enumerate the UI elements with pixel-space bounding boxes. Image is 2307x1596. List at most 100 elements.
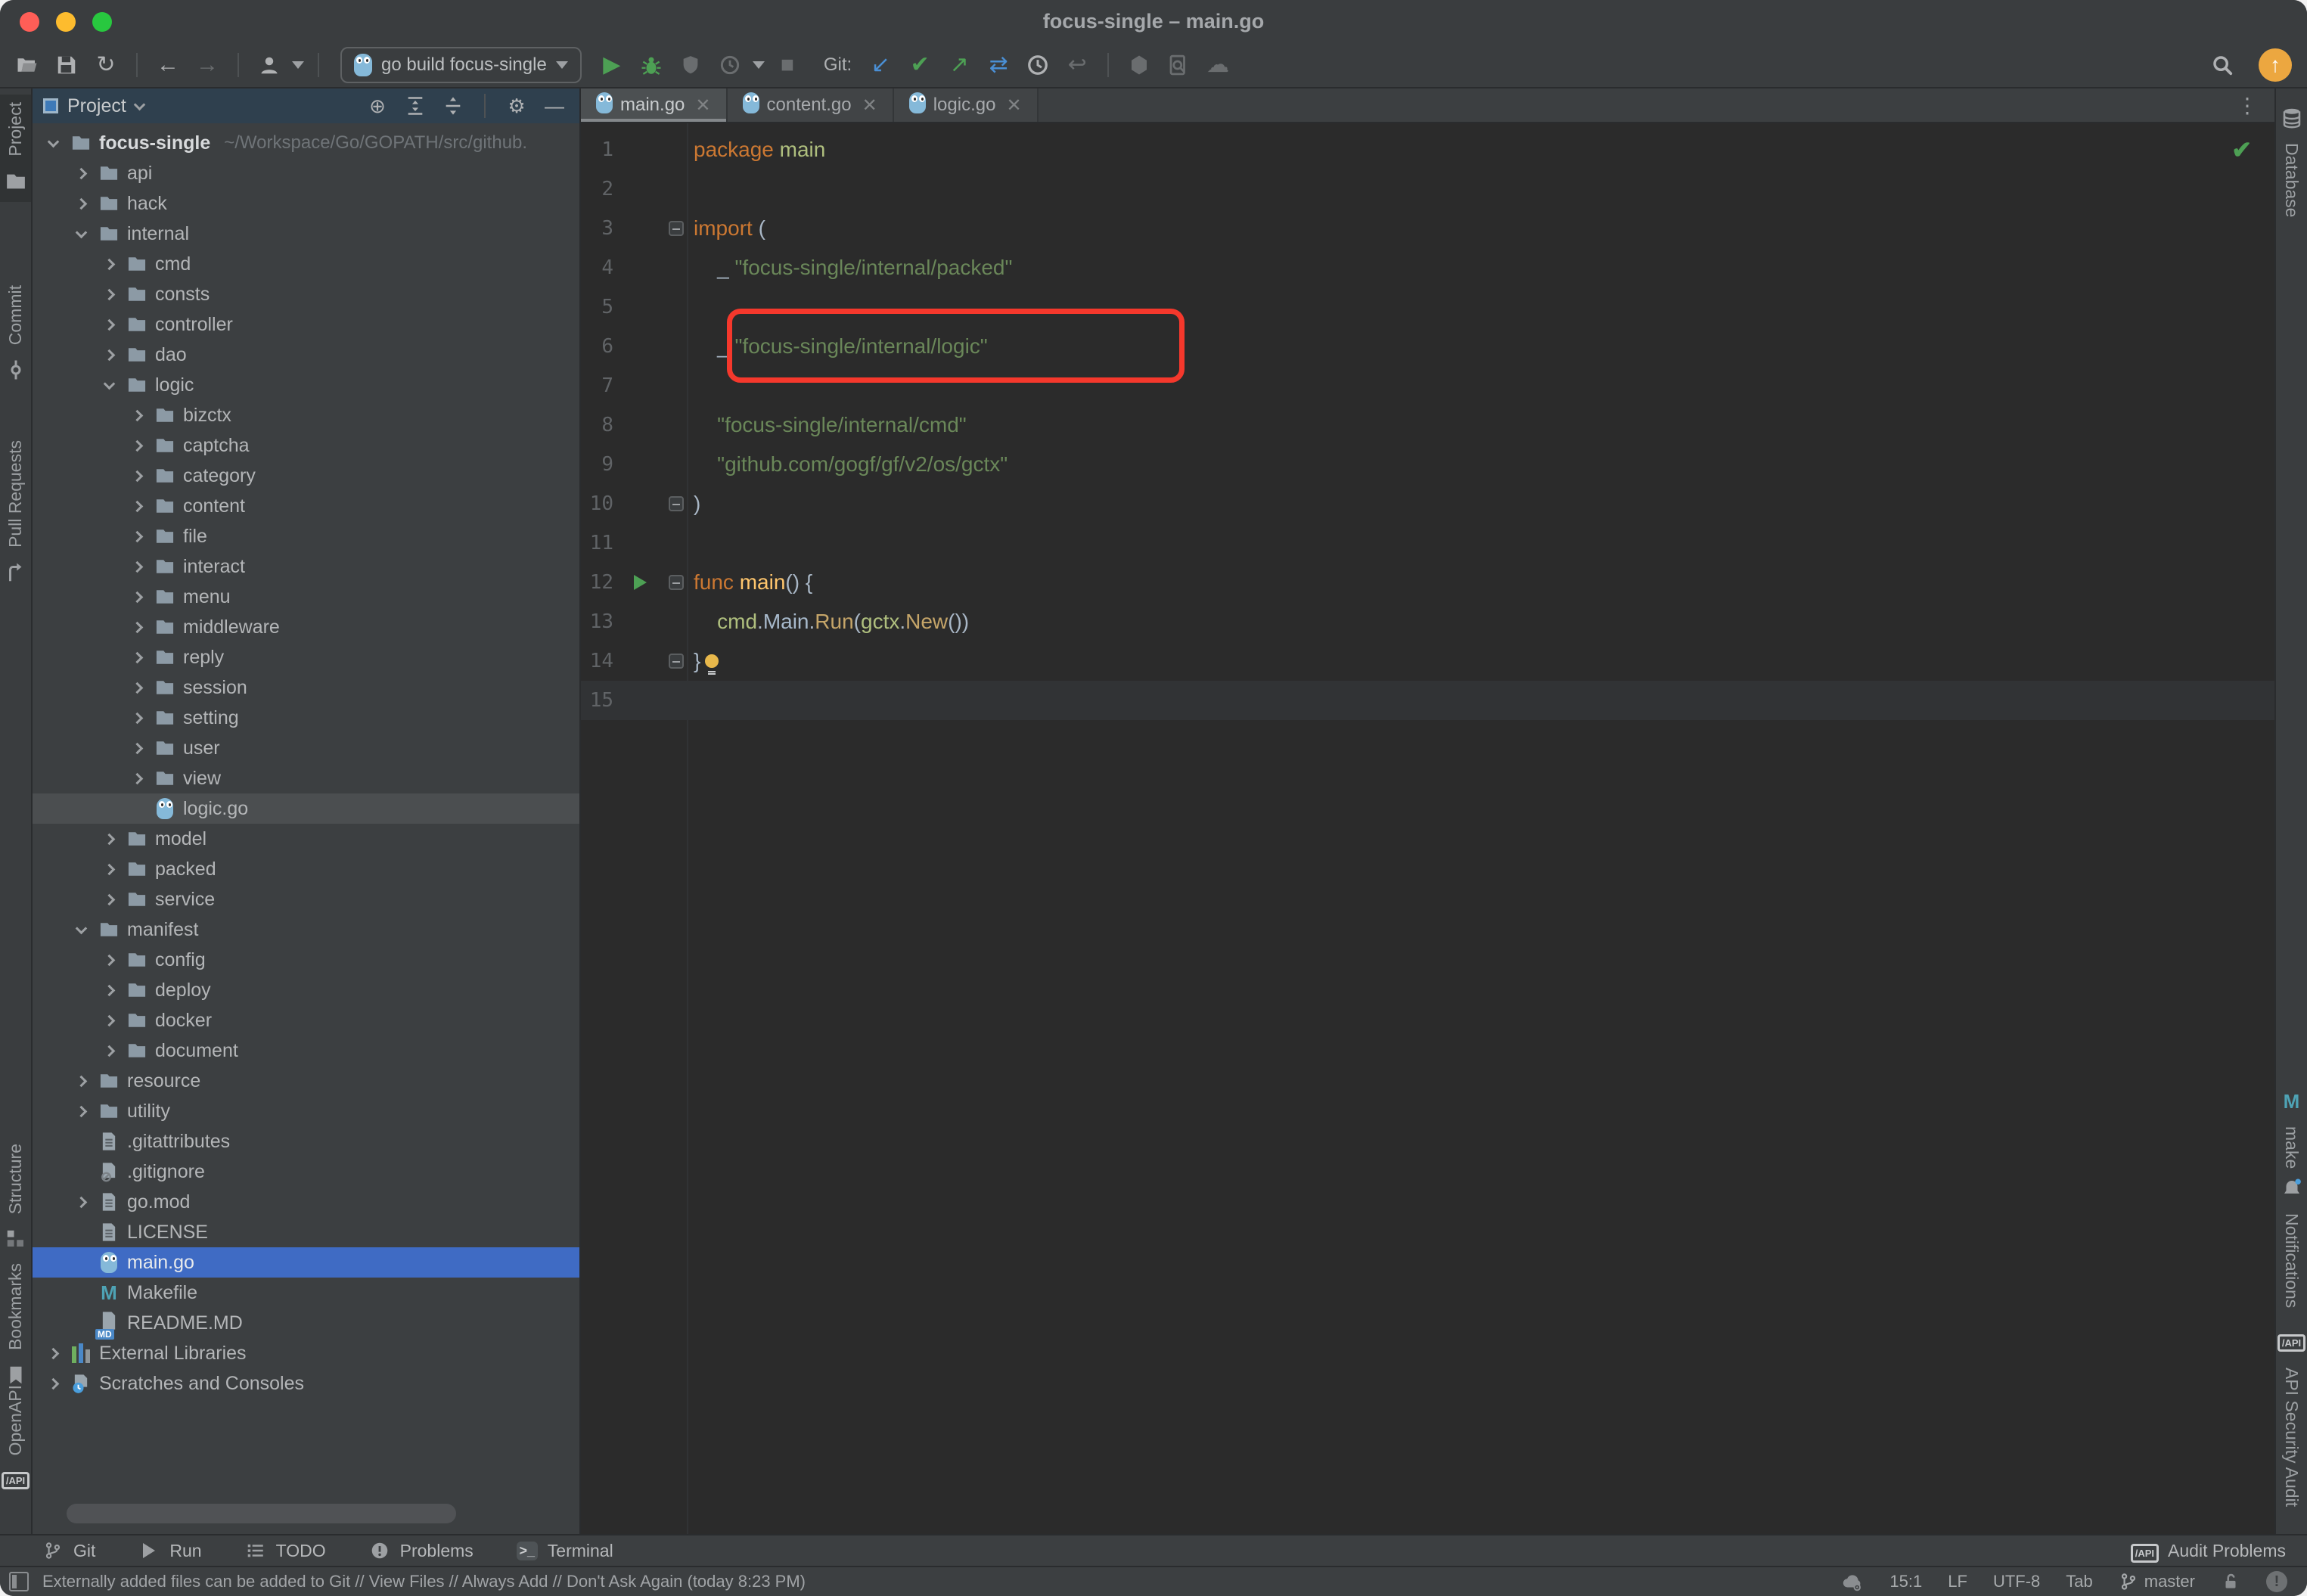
tree-item-document[interactable]: document <box>33 1036 579 1066</box>
code-line-11[interactable]: 11 <box>581 523 2274 563</box>
collapse-all-icon[interactable] <box>439 92 467 120</box>
tree-item-model[interactable]: model <box>33 824 579 854</box>
stripe-button-make[interactable]: Mmake <box>2276 1081 2307 1176</box>
debug-button[interactable] <box>635 48 668 82</box>
run-main-icon[interactable] <box>624 575 656 590</box>
code-line-8[interactable]: 8 "focus-single/internal/cmd" <box>581 405 2274 445</box>
chevron-right-icon[interactable] <box>127 466 147 486</box>
tree-item-view[interactable]: view <box>33 763 579 793</box>
line-separator[interactable]: LF <box>1948 1572 1967 1591</box>
tree-item-menu[interactable]: menu <box>33 582 579 612</box>
chevron-right-icon[interactable] <box>99 1011 119 1030</box>
open-folder-icon[interactable] <box>11 48 44 82</box>
expand-all-icon[interactable] <box>401 92 430 120</box>
tree-item-internal[interactable]: internal <box>33 219 579 249</box>
tree-item-utility[interactable]: utility <box>33 1096 579 1126</box>
chevron-right-icon[interactable] <box>99 315 119 334</box>
tool-window-toggle-icon[interactable] <box>9 1572 29 1591</box>
fold-region-icon[interactable] <box>666 575 686 590</box>
tree-item-.gitattributes[interactable]: .gitattributes <box>33 1126 579 1157</box>
run-options-dropdown-icon[interactable] <box>753 61 765 69</box>
tree-item-logic.go[interactable]: logic.go <box>33 793 579 824</box>
tab-options-icon[interactable]: ⋮ <box>2237 93 2258 118</box>
tree-item-middleware[interactable]: middleware <box>33 612 579 642</box>
stripe-button-project[interactable]: Project <box>0 95 31 202</box>
stripe-button-commit[interactable]: Commit <box>0 278 31 390</box>
stripe-button-api-security-audit[interactable]: /APIAPI Security Audit <box>2276 1322 2307 1514</box>
tree-item-file[interactable]: file <box>33 521 579 551</box>
chevron-right-icon[interactable] <box>127 405 147 425</box>
fold-region-icon[interactable] <box>666 654 686 669</box>
git-history-icon[interactable] <box>1021 48 1054 82</box>
tree-item-hack[interactable]: hack <box>33 188 579 219</box>
close-tab-icon[interactable]: ✕ <box>695 95 710 116</box>
toolwindow-button-problems[interactable]: Problems <box>368 1539 474 1562</box>
back-icon[interactable]: ← <box>151 48 185 82</box>
tree-item-external-libraries[interactable]: External Libraries <box>33 1338 579 1368</box>
close-tab-icon[interactable]: ✕ <box>1006 95 1021 116</box>
settings-gear-icon[interactable]: ⚙ <box>502 92 531 120</box>
run-button[interactable]: ▶ <box>595 48 629 82</box>
code-line-2[interactable]: 2 <box>581 169 2274 209</box>
horizontal-scrollbar[interactable] <box>67 1504 456 1523</box>
indent-style[interactable]: Tab <box>2066 1572 2092 1591</box>
locate-file-icon[interactable]: ⊕ <box>363 92 392 120</box>
tree-item-readme.md[interactable]: MDREADME.MD <box>33 1308 579 1338</box>
chevron-right-icon[interactable] <box>127 587 147 607</box>
stripe-button-database[interactable]: Database <box>2276 98 2307 225</box>
stripe-button-structure[interactable]: Structure <box>0 1136 31 1259</box>
tree-item-consts[interactable]: consts <box>33 279 579 309</box>
chevron-right-icon[interactable] <box>127 647 147 667</box>
chevron-right-icon[interactable] <box>127 617 147 637</box>
editor-tab-logic.go[interactable]: logic.go✕ <box>894 88 1039 122</box>
code-line-13[interactable]: 13 cmd.Main.Run(gctx.New()) <box>581 602 2274 641</box>
chevron-right-icon[interactable] <box>127 738 147 758</box>
notifications-status-icon[interactable]: ! <box>2266 1571 2287 1592</box>
chevron-right-icon[interactable] <box>99 1041 119 1060</box>
fold-region-icon[interactable] <box>666 496 686 511</box>
chevron-right-icon[interactable] <box>127 526 147 546</box>
stripe-button-openapi[interactable]: OpenAPI/API <box>0 1377 31 1501</box>
tree-item-resource[interactable]: resource <box>33 1066 579 1096</box>
chevron-right-icon[interactable] <box>127 678 147 697</box>
git-merge-icon[interactable]: ⇄ <box>982 48 1015 82</box>
run-configuration-select[interactable]: go build focus-single <box>340 47 582 83</box>
user-dropdown-icon[interactable] <box>292 61 304 69</box>
chevron-right-icon[interactable] <box>43 1374 63 1393</box>
git-update-icon[interactable]: ↙ <box>864 48 897 82</box>
stripe-button-notifications[interactable]: Notifications <box>2276 1168 2307 1315</box>
chevron-right-icon[interactable] <box>99 950 119 970</box>
tree-item-reply[interactable]: reply <box>33 642 579 672</box>
tree-item-go.mod[interactable]: go.mod <box>33 1187 579 1217</box>
sync-icon[interactable]: ↻ <box>89 48 123 82</box>
tree-item-setting[interactable]: setting <box>33 703 579 733</box>
chevron-right-icon[interactable] <box>71 1071 91 1091</box>
tree-item-packed[interactable]: packed <box>33 854 579 884</box>
tree-item-logic[interactable]: logic <box>33 370 579 400</box>
tree-item-interact[interactable]: interact <box>33 551 579 582</box>
tree-item-docker[interactable]: docker <box>33 1005 579 1036</box>
chevron-right-icon[interactable] <box>43 1343 63 1363</box>
tree-item-focus-single[interactable]: focus-single~/Workspace/Go/GOPATH/src/gi… <box>33 128 579 158</box>
code-line-12[interactable]: 12func main() { <box>581 563 2274 602</box>
chevron-down-icon[interactable] <box>71 224 91 244</box>
update-available-icon[interactable]: ↑ <box>2259 48 2292 82</box>
tree-item-content[interactable]: content <box>33 491 579 521</box>
inspection-ok-icon[interactable]: ✔ <box>2231 135 2252 164</box>
chevron-right-icon[interactable] <box>71 163 91 183</box>
chevron-right-icon[interactable] <box>127 769 147 788</box>
audit-problems-button[interactable]: /API Audit Problems <box>2131 1541 2286 1561</box>
chevron-right-icon[interactable] <box>99 284 119 304</box>
chevron-right-icon[interactable] <box>99 980 119 1000</box>
hide-panel-icon[interactable]: — <box>540 92 569 120</box>
tree-item-captcha[interactable]: captcha <box>33 430 579 461</box>
git-push-icon[interactable]: ↗ <box>942 48 976 82</box>
chevron-right-icon[interactable] <box>127 557 147 576</box>
lock-icon[interactable] <box>2221 1572 2240 1591</box>
tree-item-dao[interactable]: dao <box>33 340 579 370</box>
tree-item-.gitignore[interactable]: .gitignore <box>33 1157 579 1187</box>
tree-item-user[interactable]: user <box>33 733 579 763</box>
code-line-15[interactable]: 15 <box>581 681 2274 720</box>
chevron-down-icon[interactable] <box>99 375 119 395</box>
tree-item-cmd[interactable]: cmd <box>33 249 579 279</box>
